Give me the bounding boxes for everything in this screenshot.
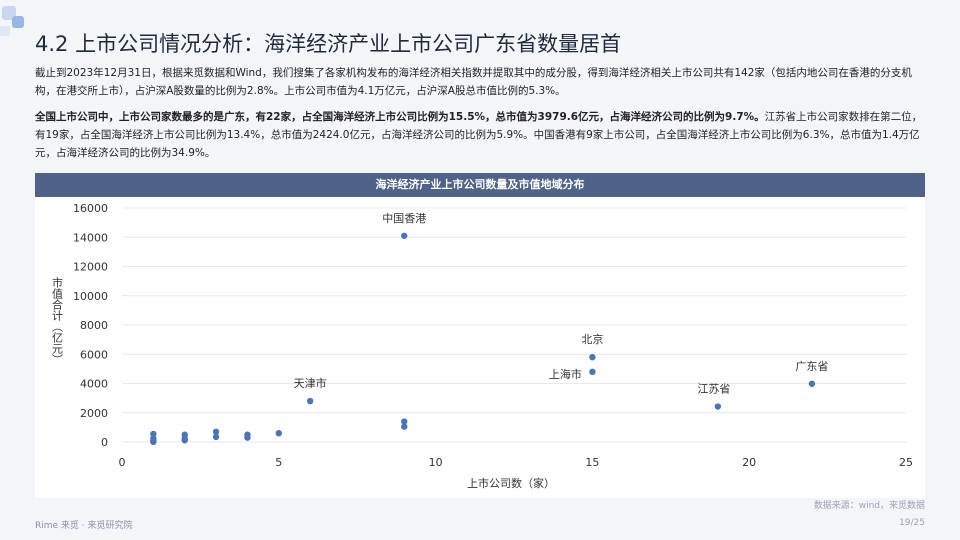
intro-paragraph: 截止到2023年12月31日，根据来觅数据和Wind，我们搜集了各家机构发布的海… <box>35 67 912 97</box>
data-point <box>808 380 816 387</box>
data-label: 广东省 <box>795 360 828 373</box>
data-label: 中国香港 <box>382 212 426 225</box>
data-point <box>306 397 314 405</box>
page-number: 19/25 <box>899 518 925 528</box>
x-tick-label: 0 <box>119 456 126 469</box>
x-tick-label: 5 <box>275 456 282 469</box>
analysis-paragraph: 全国上市公司中，上市公司家数最多的是广东，有22家，占全国海洋经济上市公司比例为… <box>35 108 925 162</box>
data-point <box>589 353 596 361</box>
y-tick-label: 4000 <box>80 378 108 391</box>
y-tick-label: 8000 <box>80 319 108 332</box>
y-tick-label: 10000 <box>73 290 108 303</box>
scatter-plot: 0 2000 4000 6000 8000 10000 12000 14000 16000 0 5 1… <box>51 202 914 490</box>
data-point <box>401 232 408 239</box>
y-tick-label: 16000 <box>73 202 108 215</box>
data-point <box>714 403 722 410</box>
y-tick-label: 14000 <box>73 231 108 244</box>
data-source: 数据来源：wind，来觅数据 <box>813 501 925 511</box>
y-axis-label: 市值合计（亿元） <box>51 276 64 365</box>
decorative-cube-icon <box>0 6 24 36</box>
y-tick-label: 6000 <box>80 348 108 361</box>
y-tick-label: 12000 <box>73 261 108 274</box>
x-tick-label: 15 <box>585 456 599 469</box>
x-tick-label: 10 <box>429 456 443 469</box>
x-tick-label: 25 <box>899 456 913 469</box>
data-point <box>150 438 157 446</box>
data-label: 江苏省 <box>697 383 730 396</box>
chart-title: 海洋经济产业上市公司数量及市值地域分布 <box>35 173 925 197</box>
data-point <box>181 437 188 444</box>
data-point <box>401 423 408 430</box>
data-point <box>212 433 220 441</box>
data-point <box>244 434 251 441</box>
analysis-bold-text: 全国上市公司中，上市公司家数最多的是广东，有22家，占全国海洋经济上市公司比例为… <box>35 111 765 123</box>
data-label: 北京 <box>581 332 603 346</box>
x-axis-label: 上市公司数（家） <box>467 476 555 490</box>
data-label: 上海市 <box>549 367 582 381</box>
data-point <box>589 368 596 375</box>
page-title: 4.2 上市公司情况分析：海洋经济产业上市公司广东省数量居首 <box>35 32 622 56</box>
data-point <box>275 430 282 437</box>
y-tick-label: 2000 <box>80 407 108 420</box>
x-tick-label: 20 <box>742 456 756 469</box>
data-label: 天津市 <box>294 376 327 390</box>
y-tick-label: 0 <box>101 436 108 449</box>
chart-container: 海洋经济产业上市公司数量及市值地域分布 0 2000 4000 6000 8000 100… <box>35 173 925 498</box>
brand-logo-text: Rime 来觅 · 来觅研究院 <box>35 521 133 531</box>
